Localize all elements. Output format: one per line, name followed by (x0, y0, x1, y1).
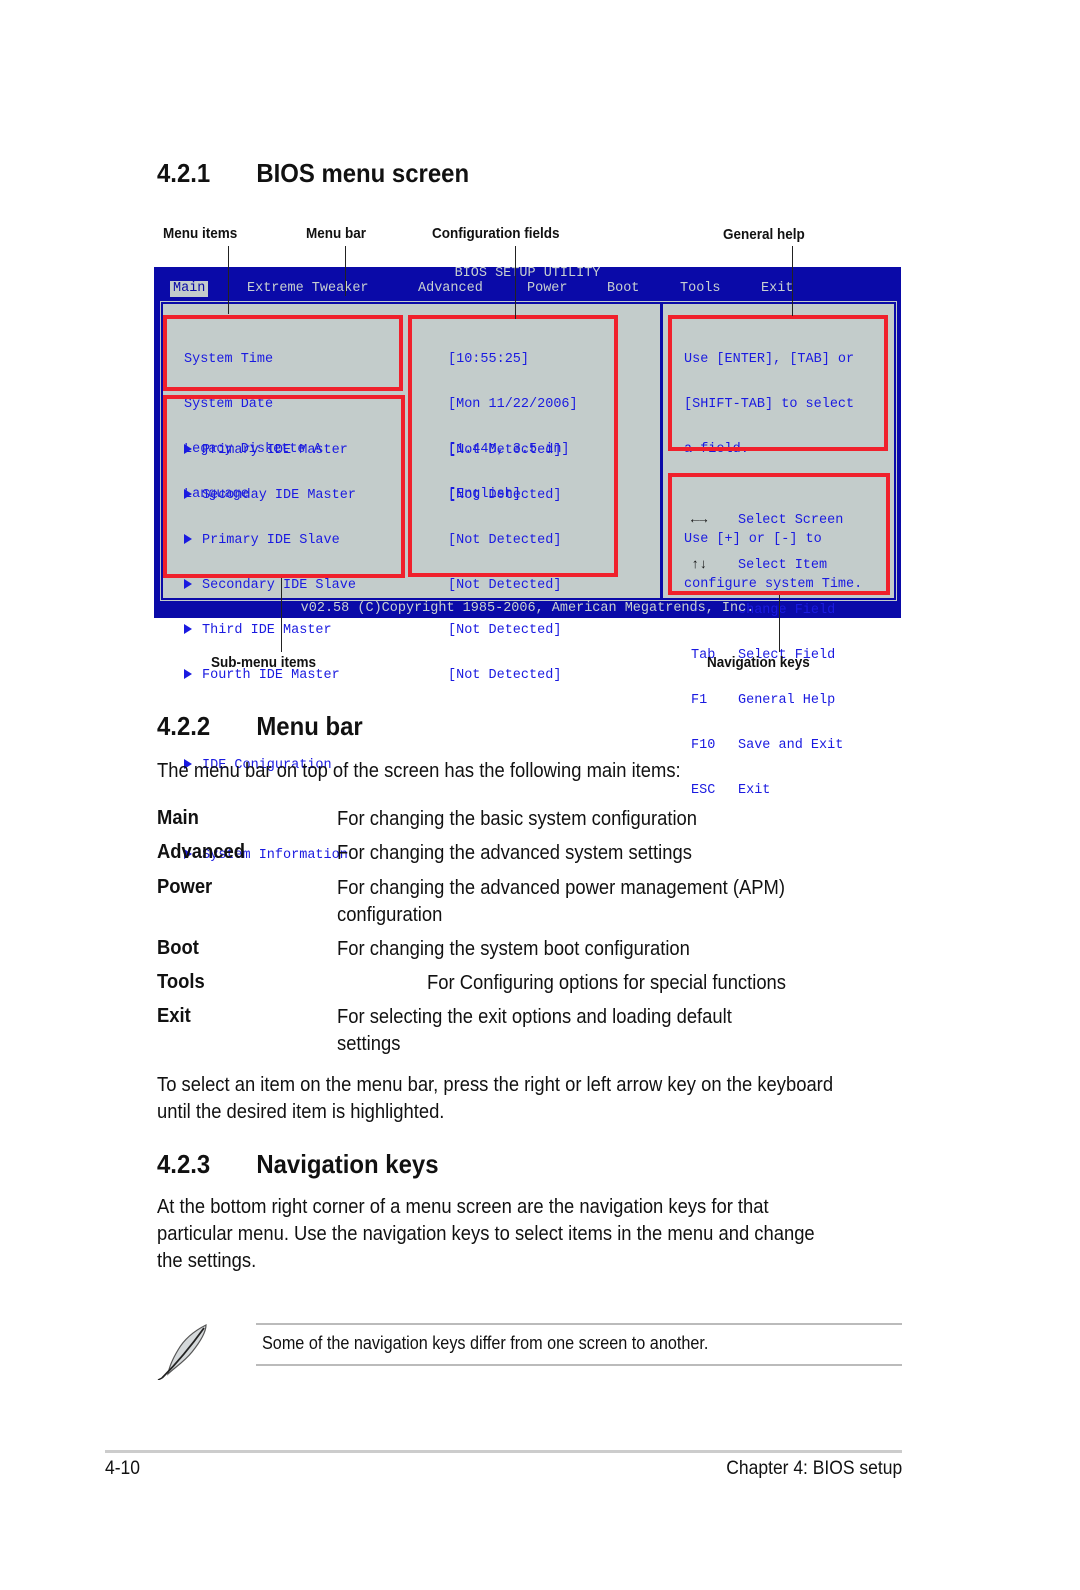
section-title: BIOS menu screen (256, 158, 470, 188)
note-bottom-rule (256, 1364, 902, 1366)
menu-def-desc-cont: settings (337, 1033, 401, 1055)
leader-line-navigation-keys (779, 595, 780, 652)
callout-navigation-keys: Navigation keys (707, 654, 810, 671)
paragraph-line: To select an item on the menu bar, press… (157, 1074, 834, 1096)
menu-def-term: Advanced (157, 841, 245, 863)
triangle-right-icon (184, 624, 192, 634)
submenu-item[interactable]: Third IDE Master (184, 623, 356, 638)
bios-menu-power[interactable]: Power (524, 281, 571, 297)
callout-menu-items: Menu items (163, 225, 238, 242)
paragraph-line: At the bottom right corner of a menu scr… (157, 1196, 769, 1218)
highlight-configuration-fields (408, 315, 618, 577)
menu-def-desc: For Configuring options for special func… (427, 972, 787, 994)
bios-panel-divider (660, 303, 663, 599)
bios-menu-exit[interactable]: Exit (758, 281, 796, 297)
nav-key-row: F1 General Help (691, 693, 843, 708)
nav-key-row: F10 Save and Exit (691, 738, 843, 753)
nav-key-action: Save and Exit (738, 738, 844, 753)
leader-line-sub-menu-items (281, 578, 282, 652)
nav-key: ESC (691, 783, 716, 798)
submenu-label: Third IDE Master (202, 623, 332, 638)
chapter-title: Chapter 4: BIOS setup (726, 1458, 902, 1479)
bios-menubar: Main Extreme Tweaker Advanced Power Boot… (154, 281, 901, 297)
callout-general-help: General help (723, 226, 805, 243)
menu-def-desc: For changing the system boot configurati… (337, 938, 690, 960)
bios-menu-advanced[interactable]: Advanced (415, 281, 486, 297)
page-number: 4-10 (105, 1458, 140, 1479)
bios-menu-main[interactable]: Main (170, 281, 209, 297)
menu-def-desc: For changing the advanced power manageme… (337, 877, 785, 899)
submenu-value: [Not Detected] (448, 668, 562, 683)
bios-screen: BIOS SETUP UTILITY Main Extreme Tweaker … (154, 266, 901, 863)
paragraph-line: until the desired item is highlighted. (157, 1101, 445, 1123)
nav-key: F1 (691, 693, 708, 708)
select-item-paragraph: To select an item on the menu bar, press… (157, 1072, 833, 1126)
highlight-general-help (668, 315, 888, 451)
triangle-right-icon (184, 669, 192, 679)
leader-line-menu-items (228, 246, 229, 314)
callout-menu-bar: Menu bar (306, 225, 367, 242)
submenu-label: Secondary IDE Slave (202, 578, 356, 593)
bios-menu-tools[interactable]: Tools (677, 281, 724, 297)
menu-def-term: Boot (157, 937, 199, 959)
callout-configuration-fields: Configuration fields (432, 225, 560, 242)
feather-pen-icon (156, 1322, 212, 1381)
menu-def-desc: For selecting the exit options and loadi… (337, 1006, 732, 1028)
menu-def-desc: For changing the basic system configurat… (337, 808, 698, 830)
section-number: 4.2.2 (157, 711, 211, 741)
submenu-value: [Not Detected] (448, 578, 562, 593)
highlight-menu-items (163, 315, 403, 391)
submenu-value: [Not Detected] (448, 623, 562, 638)
highlight-sub-menu-items (163, 395, 405, 578)
menu-def-term: Main (157, 807, 199, 829)
menu-def-term: Power (157, 876, 213, 898)
navigation-keys-paragraph: At the bottom right corner of a menu scr… (157, 1194, 815, 1275)
menu-def-desc: For changing the advanced system setting… (337, 842, 692, 864)
triangle-right-icon (184, 579, 192, 589)
note-text: Some of the navigation keys differ from … (262, 1333, 709, 1353)
bios-title: BIOS SETUP UTILITY (454, 266, 601, 281)
section-heading-4-2-2: 4.2.2 Menu bar (157, 711, 363, 742)
section-title: Navigation keys (256, 1149, 439, 1179)
callout-sub-menu-items: Sub-menu items (211, 654, 317, 671)
nav-key-action: Exit (738, 783, 771, 798)
section-heading-4-2-1: 4.2.1 BIOS menu screen (157, 158, 469, 189)
menu-def-term: Exit (157, 1005, 191, 1027)
bios-menu-extreme-tweaker[interactable]: Extreme Tweaker (244, 281, 372, 297)
note-top-rule (256, 1323, 902, 1325)
menu-bar-intro: The menu bar on top of the screen has th… (157, 760, 681, 782)
menu-def-term: Tools (157, 971, 205, 993)
page-footer-rule (105, 1450, 902, 1453)
section-heading-4-2-3: 4.2.3 Navigation keys (157, 1149, 439, 1180)
section-number: 4.2.1 (157, 158, 211, 188)
leader-line-configuration-fields (515, 246, 516, 319)
submenu-item[interactable]: Secondary IDE Slave (184, 578, 356, 593)
menu-def-desc-cont: configuration (337, 904, 443, 926)
nav-key-action: General Help (738, 693, 836, 708)
nav-key-row: ESC Exit (691, 783, 843, 798)
section-number: 4.2.3 (157, 1149, 211, 1179)
highlight-navigation-keys (668, 473, 890, 595)
paragraph-line: particular menu. Use the navigation keys… (157, 1223, 815, 1245)
nav-key: F10 (691, 738, 716, 753)
paragraph-line: the settings. (157, 1250, 257, 1272)
bios-copyright: v02.58 (C)Copyright 1985-2006, American … (300, 601, 755, 616)
bios-menu-boot[interactable]: Boot (604, 281, 642, 297)
leader-line-menu-bar (345, 246, 346, 296)
leader-line-general-help (792, 246, 793, 316)
section-title: Menu bar (256, 711, 363, 741)
